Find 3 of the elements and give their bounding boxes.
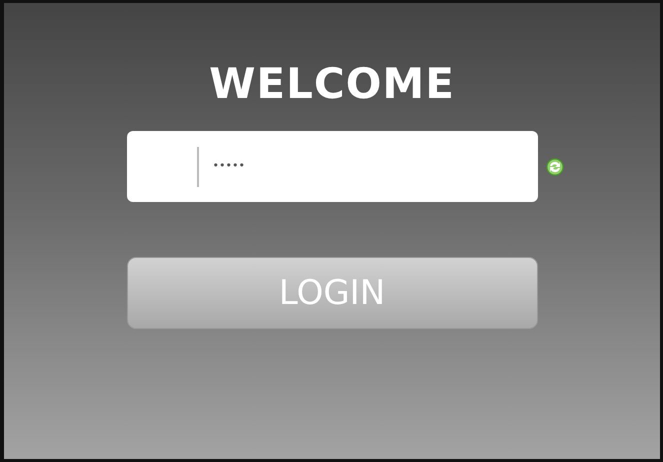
refresh-icon[interactable]: [546, 158, 564, 176]
password-field[interactable]: •••••: [126, 131, 538, 202]
welcome-heading: WELCOME: [209, 61, 455, 108]
